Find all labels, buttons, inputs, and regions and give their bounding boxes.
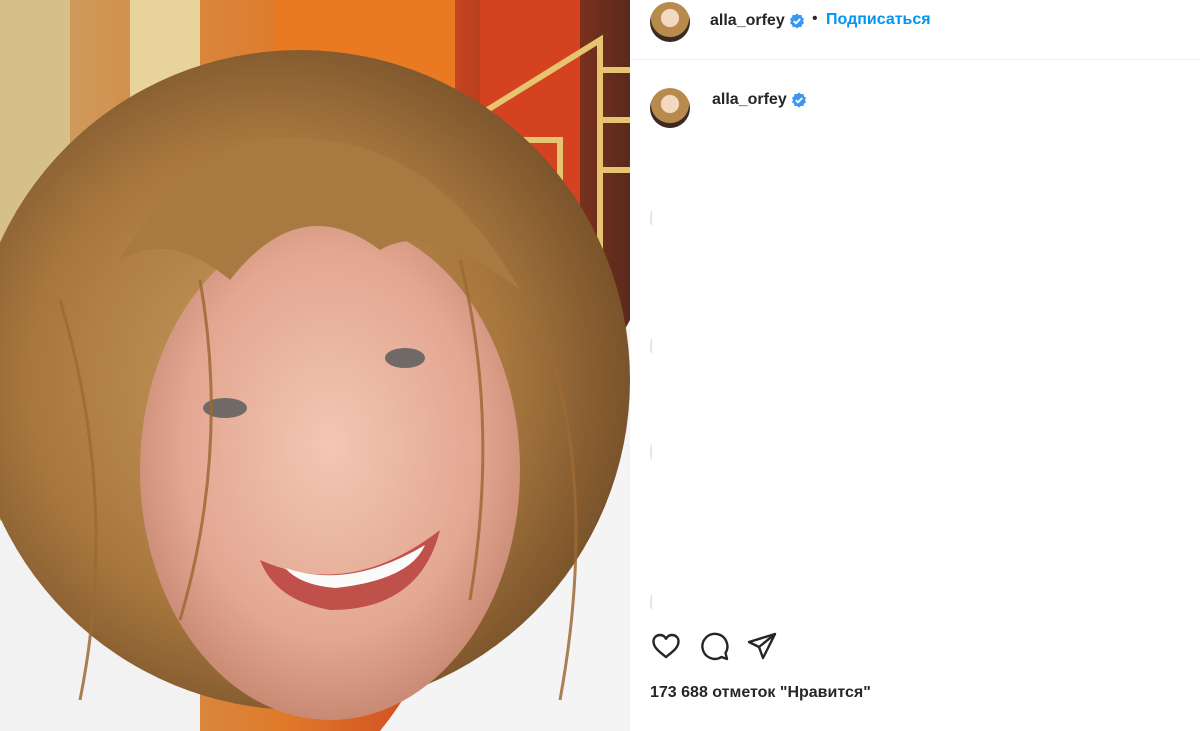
- likes-count[interactable]: 173 688 отметок "Нравится": [650, 684, 871, 702]
- post-photo-image: [0, 0, 630, 731]
- author-username[interactable]: alla_orfey: [710, 12, 785, 30]
- caption-author-username[interactable]: alla_orfey: [712, 91, 787, 109]
- comment-icon[interactable]: [698, 630, 730, 662]
- post-header: alla_orfey • Подписаться: [630, 0, 1200, 60]
- share-icon[interactable]: [746, 630, 778, 662]
- placeholder-mark: [650, 338, 654, 354]
- caption-author-avatar[interactable]: [650, 88, 690, 128]
- caption-author: alla_orfey: [630, 80, 1200, 140]
- placeholder-mark: [650, 594, 654, 610]
- header-separator: •: [812, 10, 818, 27]
- author-avatar[interactable]: [650, 2, 690, 42]
- follow-button[interactable]: Подписаться: [826, 11, 931, 29]
- post-actions: [650, 630, 850, 670]
- verified-badge-icon: [792, 92, 806, 108]
- post-photo[interactable]: [0, 0, 630, 731]
- post-side-panel: alla_orfey • Подписаться alla_orfey 173 …: [630, 0, 1200, 731]
- placeholder-mark: [650, 444, 654, 460]
- placeholder-mark: [650, 210, 654, 226]
- verified-badge-icon: [790, 13, 804, 29]
- heart-icon[interactable]: [650, 630, 682, 662]
